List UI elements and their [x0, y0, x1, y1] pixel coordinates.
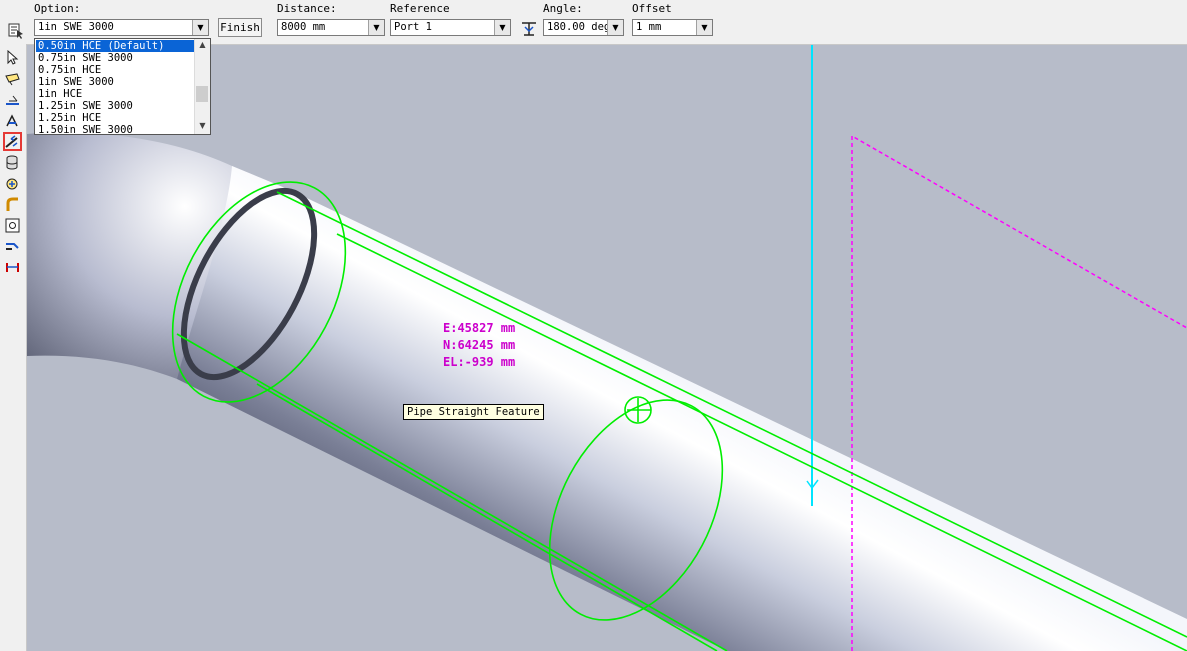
distance-combo[interactable]: 8000 mm ▼	[277, 19, 385, 36]
distance-value: 8000 mm	[281, 21, 326, 33]
chevron-up-icon[interactable]: ▲	[195, 40, 210, 52]
3d-viewport[interactable]	[27, 44, 1187, 651]
chevron-down-icon[interactable]: ▼	[195, 121, 210, 133]
coord-e: E:45827 mm	[443, 321, 516, 335]
fit-icon[interactable]	[3, 216, 22, 235]
pipe-run-icon[interactable]	[3, 111, 22, 130]
offset-label: Offset	[632, 2, 672, 15]
chevron-down-icon[interactable]: ▼	[494, 20, 510, 35]
tooltip: Pipe Straight Feature	[403, 404, 544, 420]
chevron-down-icon[interactable]: ▼	[192, 20, 208, 35]
option-dropdown-list[interactable]: 0.50in HCE (Default) 0.75in SWE 3000 0.7…	[34, 38, 211, 135]
weld-icon[interactable]	[3, 258, 22, 277]
angle-combo[interactable]: 180.00 deg ▼	[543, 19, 624, 36]
piping-icon[interactable]	[3, 237, 22, 256]
angle-label: Angle:	[543, 2, 583, 15]
dropdown-item[interactable]: 1.25in HCE	[36, 112, 196, 124]
angle-value: 180.00 deg	[547, 21, 611, 33]
dropdown-item[interactable]: 1in HCE	[36, 88, 196, 100]
pipe-straight-feature-icon[interactable]	[3, 132, 22, 151]
pipe-straight[interactable]	[177, 166, 1187, 651]
option-combo[interactable]: 1in SWE 3000 ▼	[34, 19, 209, 36]
left-toolbar	[0, 44, 27, 651]
dropdown-item[interactable]: 0.75in HCE	[36, 64, 196, 76]
cylinder-stack-icon[interactable]	[3, 153, 22, 172]
pipe-bend-icon[interactable]	[3, 195, 22, 214]
cursor-coordinates: E:45827 mm N:64245 mm EL:-939 mm	[443, 320, 515, 371]
reference-value: Port 1	[394, 21, 432, 33]
dropdown-item[interactable]: 1.25in SWE 3000	[36, 100, 196, 112]
chevron-down-icon[interactable]: ▼	[607, 20, 623, 35]
distance-label: Distance:	[277, 2, 337, 15]
reference-label: Reference	[390, 2, 450, 15]
properties-icon[interactable]	[6, 20, 26, 40]
insert-component-icon[interactable]	[3, 90, 22, 109]
angle-tool-icon[interactable]	[519, 19, 539, 39]
option-label: Option:	[34, 2, 81, 15]
offset-value: 1 mm	[636, 21, 662, 33]
dropdown-scrollbar[interactable]: ▲ ▼	[194, 39, 210, 134]
option-value: 1in SWE 3000	[38, 21, 114, 33]
offset-combo[interactable]: 1 mm ▼	[632, 19, 713, 36]
dropdown-item[interactable]: 0.50in HCE (Default)	[36, 40, 196, 52]
rotate-icon[interactable]	[3, 174, 22, 193]
select-arrow-icon[interactable]	[3, 48, 22, 67]
chevron-down-icon[interactable]: ▼	[696, 20, 712, 35]
dropdown-item[interactable]: 1in SWE 3000	[36, 76, 196, 88]
coord-el: EL:-939 mm	[443, 355, 516, 369]
finish-button[interactable]: Finish	[218, 18, 262, 37]
chevron-down-icon[interactable]: ▼	[368, 20, 384, 35]
reference-combo[interactable]: Port 1 ▼	[390, 19, 511, 36]
coord-n: N:64245 mm	[443, 338, 516, 352]
dropdown-item[interactable]: 1.50in SWE 3000	[36, 124, 196, 134]
route-pipe-icon[interactable]	[3, 69, 22, 88]
dropdown-item[interactable]: 0.75in SWE 3000	[36, 52, 196, 64]
scrollbar-thumb[interactable]	[196, 86, 208, 102]
